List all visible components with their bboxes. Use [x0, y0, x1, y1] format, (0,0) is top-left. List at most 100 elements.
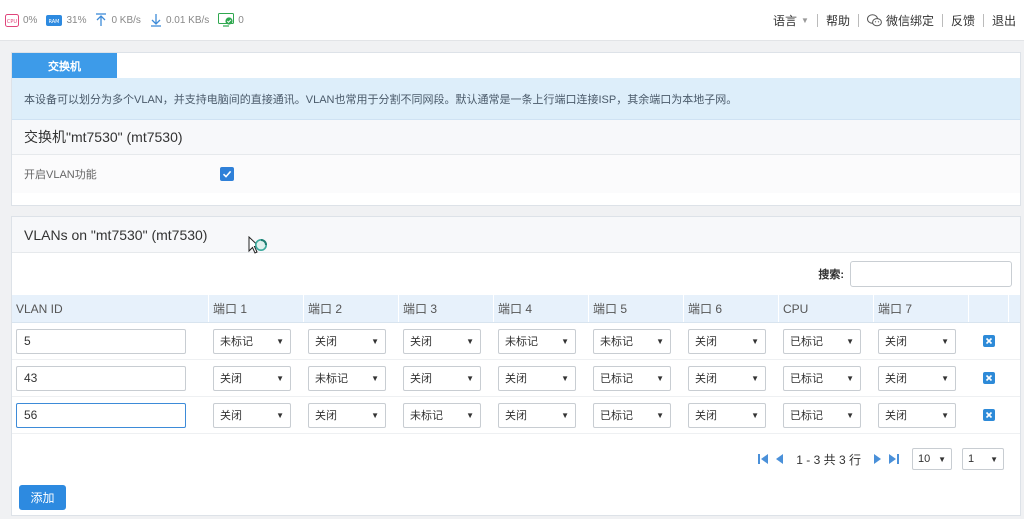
- last-page-icon[interactable]: [888, 453, 899, 465]
- help-link[interactable]: 帮助: [818, 12, 858, 29]
- port-mode-select[interactable]: 关闭 ▼: [878, 402, 956, 428]
- port-mode-select[interactable]: 关闭 ▼: [403, 365, 481, 391]
- column-header-port-4: 端口 4: [494, 295, 589, 322]
- port-mode-value: 关闭: [220, 373, 242, 385]
- devices-stat: 0: [218, 13, 244, 27]
- caret-down-icon: ▼: [801, 15, 809, 25]
- cpu-icon: CPU: [5, 13, 19, 27]
- port-mode-select[interactable]: 关闭 ▼: [878, 365, 956, 391]
- port-mode-select[interactable]: 关闭 ▼: [878, 328, 956, 354]
- caret-down-icon: ▼: [751, 373, 759, 383]
- port-mode-select[interactable]: 关闭 ▼: [213, 402, 291, 428]
- table-row: 关闭 ▼ 未标记 ▼ 关闭 ▼ 关闭 ▼ 已标记 ▼ 关闭 ▼ 已标记 ▼ 关闭 ▼: [12, 360, 1020, 397]
- first-page-icon[interactable]: [758, 453, 769, 465]
- caret-down-icon: ▼: [751, 410, 759, 420]
- port-mode-select[interactable]: 关闭 ▼: [403, 328, 481, 354]
- tab-switch[interactable]: 交换机: [12, 53, 117, 78]
- port-mode-value: 关闭: [505, 410, 527, 422]
- port-mode-select[interactable]: 关闭 ▼: [308, 402, 386, 428]
- port-mode-select[interactable]: 关闭 ▼: [688, 365, 766, 391]
- search-input[interactable]: [850, 261, 1012, 287]
- column-header-vlan-id: VLAN ID: [12, 295, 209, 322]
- switch-description: 本设备可以划分为多个VLAN，并支持电脑间的直接通讯。VLAN也常用于分割不同网…: [12, 78, 1020, 120]
- port-mode-value: 关闭: [695, 336, 717, 348]
- port-mode-select[interactable]: 已标记 ▼: [593, 402, 671, 428]
- vlan-table: VLAN ID 端口 1 端口 2 端口 3 端口 4 端口 5 端口 6 CP…: [12, 295, 1020, 434]
- column-header-port-1: 端口 1: [209, 295, 304, 322]
- caret-down-icon: ▼: [371, 410, 379, 420]
- wechat-bind-label: 微信绑定: [885, 13, 934, 28]
- page-number-select[interactable]: 1 ▼: [962, 448, 1004, 470]
- port-mode-select[interactable]: 关闭 ▼: [688, 328, 766, 354]
- port-mode-select[interactable]: 未标记 ▼: [593, 328, 671, 354]
- prev-page-icon[interactable]: [775, 453, 784, 465]
- port-mode-value: 未标记: [410, 410, 443, 422]
- caret-down-icon: ▼: [276, 373, 284, 383]
- port-mode-select[interactable]: 已标记 ▼: [593, 365, 671, 391]
- close-icon: [985, 411, 993, 419]
- logout-link[interactable]: 退出: [984, 12, 1024, 29]
- close-icon: [985, 374, 993, 382]
- vlan-enable-row: 开启VLAN功能: [12, 155, 1020, 193]
- upload-value: 0 KB/s: [111, 14, 141, 26]
- port-mode-select[interactable]: 未标记 ▼: [498, 328, 576, 354]
- port-mode-select[interactable]: 未标记 ▼: [213, 328, 291, 354]
- download-value: 0.01 KB/s: [165, 14, 210, 26]
- devices-value: 0: [238, 14, 244, 26]
- delete-row-button[interactable]: [983, 409, 995, 421]
- port-mode-select[interactable]: 已标记 ▼: [783, 402, 861, 428]
- svg-text:RAM: RAM: [49, 19, 60, 25]
- port-mode-value: 已标记: [600, 373, 633, 385]
- caret-down-icon: ▼: [561, 373, 569, 383]
- port-mode-select[interactable]: 关闭 ▼: [213, 365, 291, 391]
- port-mode-value: 已标记: [600, 410, 633, 422]
- next-page-icon[interactable]: [873, 453, 882, 465]
- caret-down-icon: ▼: [846, 373, 854, 383]
- vlan-enable-checkbox[interactable]: [220, 167, 234, 181]
- table-header: VLAN ID 端口 1 端口 2 端口 3 端口 4 端口 5 端口 6 CP…: [12, 295, 1020, 323]
- delete-row-button[interactable]: [983, 335, 995, 347]
- port-mode-select[interactable]: 已标记 ▼: [783, 365, 861, 391]
- port-mode-value: 已标记: [790, 373, 823, 385]
- port-mode-select[interactable]: 关闭 ▼: [498, 365, 576, 391]
- add-vlan-button[interactable]: 添加: [19, 485, 66, 510]
- caret-down-icon: ▼: [941, 410, 949, 420]
- port-mode-select[interactable]: 未标记 ▼: [308, 365, 386, 391]
- switch-panel: 交换机 本设备可以划分为多个VLAN，并支持电脑间的直接通讯。VLAN也常用于分…: [11, 52, 1021, 206]
- download-stat: 0.01 KB/s: [150, 13, 209, 27]
- caret-down-icon: ▼: [276, 410, 284, 420]
- caret-down-icon: ▼: [371, 373, 379, 383]
- port-mode-select[interactable]: 关闭 ▼: [688, 402, 766, 428]
- port-mode-value: 未标记: [220, 336, 253, 348]
- wechat-bind-link[interactable]: 微信绑定: [859, 12, 942, 29]
- caret-down-icon: ▼: [938, 454, 946, 464]
- switch-title: 交换机"mt7530" (mt7530): [12, 120, 1020, 155]
- caret-down-icon: ▼: [466, 373, 474, 383]
- vlan-id-input[interactable]: [16, 365, 186, 391]
- page-size-select[interactable]: 10 ▼: [912, 448, 952, 470]
- port-mode-value: 关闭: [695, 410, 717, 422]
- pagination-summary: 1 - 3 共 3 行: [796, 452, 861, 467]
- caret-down-icon: ▼: [561, 410, 569, 420]
- delete-row-button[interactable]: [983, 372, 995, 384]
- caret-down-icon: ▼: [371, 336, 379, 346]
- caret-down-icon: ▼: [751, 336, 759, 346]
- port-mode-value: 关闭: [885, 410, 907, 422]
- vlan-id-input[interactable]: [16, 328, 186, 354]
- caret-down-icon: ▼: [846, 410, 854, 420]
- port-mode-select[interactable]: 关闭 ▼: [308, 328, 386, 354]
- port-mode-value: 未标记: [600, 336, 633, 348]
- caret-down-icon: ▼: [466, 410, 474, 420]
- vlan-enable-label: 开启VLAN功能: [24, 169, 97, 181]
- port-mode-value: 关闭: [695, 373, 717, 385]
- port-mode-select[interactable]: 已标记 ▼: [783, 328, 861, 354]
- feedback-link[interactable]: 反馈: [943, 12, 983, 29]
- column-header-cpu: CPU: [779, 295, 874, 322]
- port-mode-select[interactable]: 未标记 ▼: [403, 402, 481, 428]
- port-mode-value: 关闭: [885, 336, 907, 348]
- vlan-id-input[interactable]: [16, 402, 186, 428]
- port-mode-value: 关闭: [505, 373, 527, 385]
- column-header-port-6: 端口 6: [684, 295, 779, 322]
- port-mode-select[interactable]: 关闭 ▼: [498, 402, 576, 428]
- language-menu[interactable]: 语言 ▼: [765, 12, 817, 29]
